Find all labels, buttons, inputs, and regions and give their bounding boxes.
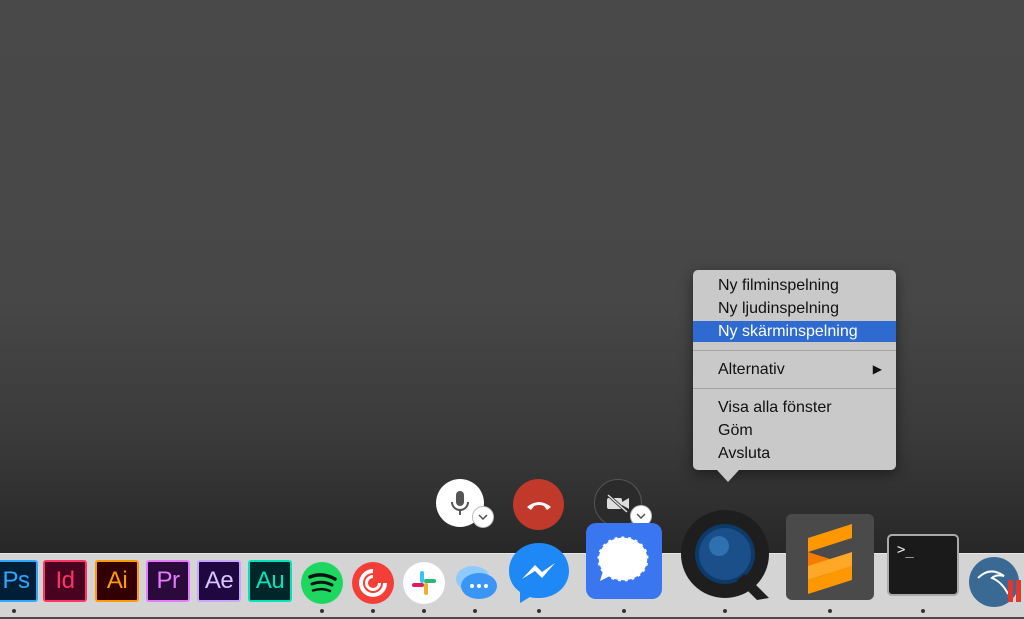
microphone-options-button[interactable] — [472, 506, 494, 528]
running-indicator — [371, 609, 375, 613]
menu-separator — [693, 388, 896, 389]
chevron-down-icon — [478, 514, 488, 520]
indesign-icon: Id — [43, 560, 87, 602]
photoshop-icon: Ps — [0, 560, 38, 602]
dock-app-terminal[interactable]: >_ — [887, 534, 959, 596]
running-indicator — [473, 609, 477, 613]
dock-app-sublime-text[interactable] — [786, 514, 874, 605]
menu-item-new-audio-recording[interactable]: Ny ljudinspelning — [693, 298, 896, 319]
signal-icon — [586, 523, 662, 599]
running-indicator — [422, 609, 426, 613]
sublime-text-icon — [786, 514, 874, 600]
dock-app-spotify[interactable] — [300, 561, 344, 610]
premiere-icon: Pr — [146, 560, 190, 602]
spotify-icon — [301, 562, 343, 604]
submenu-arrow-icon: ▶ — [872, 362, 882, 376]
dock-app-quicktime[interactable] — [679, 510, 775, 607]
context-menu: Ny filminspelning Ny ljudinspelning Ny s… — [693, 270, 896, 482]
messenger-icon — [509, 543, 569, 603]
running-indicator — [320, 609, 324, 613]
after-effects-icon: Ae — [197, 560, 241, 602]
running-indicator — [723, 609, 727, 613]
menu-item-new-screen-recording[interactable]: Ny skärminspelning — [693, 321, 896, 342]
running-indicator — [921, 609, 925, 613]
slack-icon — [403, 562, 445, 604]
dock-app-signal[interactable] — [586, 523, 662, 604]
dock-app-pocket-casts[interactable] — [351, 561, 395, 610]
menu-item-new-movie-recording[interactable]: Ny filminspelning — [693, 275, 896, 296]
end-call-button[interactable] — [513, 479, 564, 530]
dock-app-parallels[interactable] — [968, 556, 1024, 619]
menu-item-show-all-windows[interactable]: Visa alla fönster — [693, 397, 896, 418]
dock-app-messenger[interactable] — [507, 541, 571, 610]
running-indicator — [622, 609, 626, 613]
menu-item-quit[interactable]: Avsluta — [693, 443, 896, 464]
end-call-icon — [526, 501, 551, 510]
pocket-casts-icon — [352, 562, 394, 604]
menu-item-hide[interactable]: Göm — [693, 420, 896, 441]
parallels-icon — [969, 557, 1021, 607]
menu-separator — [693, 350, 896, 351]
running-indicator — [12, 609, 16, 613]
video-off-icon — [606, 493, 629, 513]
microphone-icon — [451, 491, 469, 515]
menu-item-options[interactable]: Alternativ ▶ — [693, 359, 896, 380]
audition-icon: Au — [248, 560, 292, 602]
messages-icon — [456, 566, 497, 599]
running-indicator — [828, 609, 832, 613]
dock-app-slack[interactable] — [402, 561, 446, 610]
chevron-down-icon — [636, 513, 646, 519]
dock-app-messages[interactable] — [453, 561, 499, 610]
quicktime-icon — [681, 510, 769, 600]
terminal-icon: >_ — [897, 542, 914, 558]
illustrator-icon: Ai — [95, 560, 139, 602]
running-indicator — [537, 609, 541, 613]
menu-item-options-label: Alternativ — [718, 361, 785, 378]
